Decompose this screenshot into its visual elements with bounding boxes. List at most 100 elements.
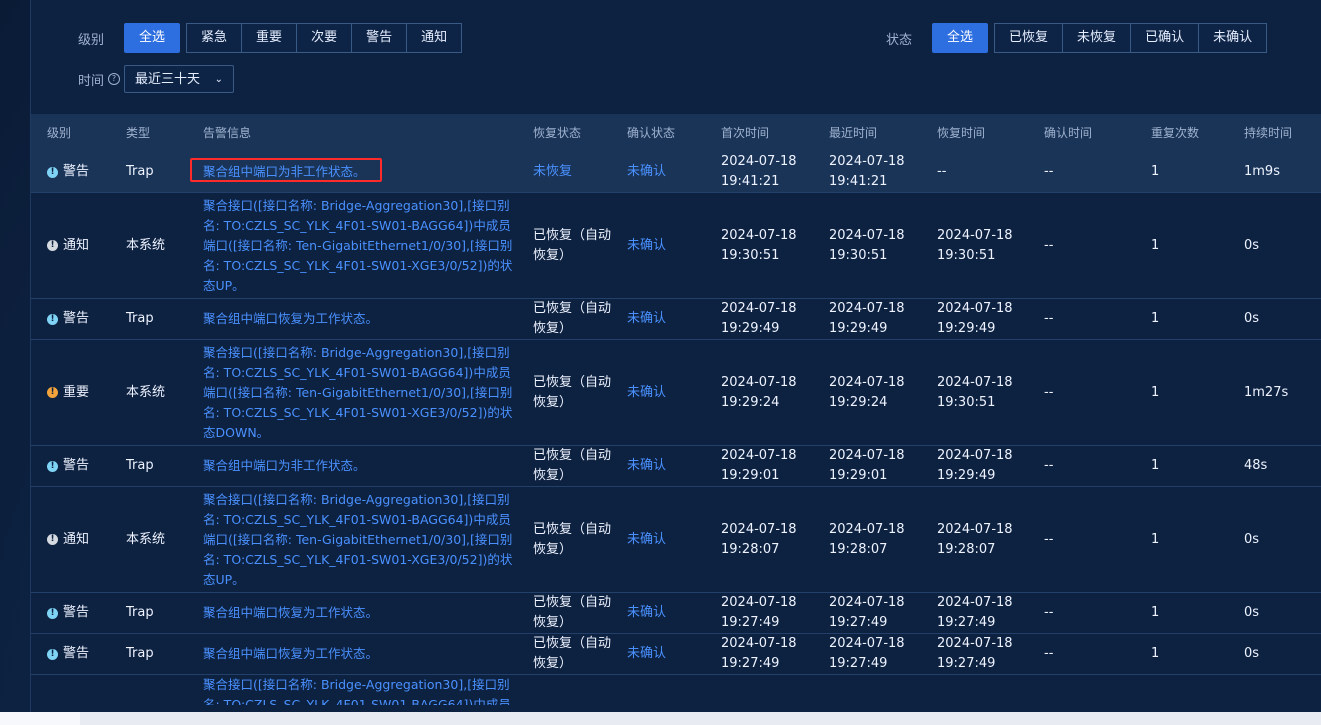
- alarm-message-link[interactable]: 聚合接口([接口名称: Bridge-Aggregation30],[接口别名:…: [187, 196, 517, 296]
- level-badge: ! 警告: [47, 456, 110, 476]
- level-filter-option-3[interactable]: 次要: [297, 23, 353, 53]
- recover-status: 已恢复（自动恢复）: [533, 374, 612, 410]
- level-badge: ! 警告: [47, 162, 110, 182]
- warn-level-icon: !: [47, 313, 58, 325]
- level-text: 通知: [63, 237, 90, 253]
- column-header: 告警信息: [203, 126, 252, 140]
- last-time: 2024-07-18 19:29:01: [829, 448, 905, 483]
- last-time: 2024-07-18 19:41:21: [829, 154, 905, 189]
- repeat-count: 1: [1151, 646, 1160, 661]
- recover-time: 2024-07-18 19:28:07: [937, 521, 1013, 557]
- status-filter-group: 全选 已恢复 未恢复 已确认 未确认: [932, 23, 1268, 53]
- bottom-strip: [0, 712, 1321, 725]
- confirm-status-link[interactable]: 未确认: [611, 603, 705, 623]
- confirm-status-link[interactable]: 未确认: [611, 383, 705, 403]
- confirm-time: --: [1044, 164, 1054, 179]
- column-header: 持续时间: [1244, 126, 1293, 140]
- level-badge: ! 重要: [47, 383, 110, 403]
- recover-time: 2024-07-18 19:30:51: [937, 227, 1013, 263]
- confirm-status-link[interactable]: 未确认: [611, 644, 705, 664]
- status-filter-option-1[interactable]: 已恢复: [994, 23, 1064, 53]
- alarm-message-link[interactable]: 聚合组中端口恢复为工作状态。: [187, 309, 517, 329]
- table-row[interactable]: ! 通知 本系统 聚合接口([接口名称: Bridge-Aggregation30],…: [31, 487, 1321, 593]
- time-range-select[interactable]: 最近三十天 ⌄: [124, 65, 235, 93]
- level-cell: ! 警告: [31, 456, 110, 476]
- recover-status: 已恢复（自动恢复）: [533, 636, 612, 671]
- level-text: 通知: [63, 531, 90, 547]
- column-header: 级别: [47, 126, 72, 140]
- last-time: 2024-07-18 19:27:49: [829, 595, 905, 630]
- repeat-count: 1: [1151, 384, 1160, 400]
- alarm-message-link[interactable]: 聚合组中端口为非工作状态。: [187, 162, 517, 182]
- help-icon[interactable]: ?: [108, 73, 121, 85]
- table-row[interactable]: ! 警告 Trap 聚合组中端口恢复为工作状态。 已恢复（自动恢复） 未确认 2024-07…: [31, 634, 1321, 675]
- duration: 48s: [1244, 458, 1268, 473]
- status-filter-option-0[interactable]: 全选: [932, 23, 989, 53]
- duration: 0s: [1244, 531, 1260, 547]
- table-row[interactable]: 聚合接口([接口名称: Bridge-Aggregation30],[接口别名:…: [31, 675, 1321, 705]
- level-badge: ! 警告: [47, 309, 110, 329]
- alarm-message-link[interactable]: 聚合接口([接口名称: Bridge-Aggregation30],[接口别名:…: [187, 675, 517, 705]
- notice-level-icon: !: [47, 240, 58, 251]
- alarm-message-link[interactable]: 聚合组中端口恢复为工作状态。: [187, 603, 517, 623]
- level-filter-option-1[interactable]: 紧急: [186, 23, 243, 53]
- recover-time: --: [937, 164, 947, 179]
- confirm-status-link[interactable]: 未确认: [611, 530, 705, 550]
- warn-level-icon: !: [47, 166, 58, 178]
- alarm-panel: 级别 全选 紧急 重要 次要 警告 通知 状态 全选 已恢复 未恢复 已确认 未确认 时间 ? 最…: [30, 0, 1321, 712]
- recover-time: 2024-07-18 19:30:51: [937, 374, 1013, 410]
- confirm-time: --: [1044, 646, 1054, 661]
- level-filter-group: 全选 紧急 重要 次要 警告 通知: [124, 23, 463, 53]
- alarm-table: 级别 类型 告警信息 恢复状态 确认状态 首次时间 最近时间 恢复时间 确认时间 重复次数 持续时间…: [31, 114, 1321, 705]
- repeat-count: 1: [1151, 605, 1160, 620]
- alarm-message-link[interactable]: 聚合接口([接口名称: Bridge-Aggregation30],[接口别名:…: [187, 490, 517, 590]
- table-row[interactable]: ! 警告 Trap 聚合组中端口为非工作状态。 未恢复 未确认 2024-07-18 19:…: [31, 152, 1321, 193]
- alarm-message-link[interactable]: 聚合组中端口恢复为工作状态。: [187, 644, 517, 664]
- last-time: 2024-07-18 19:28:07: [829, 521, 905, 557]
- confirm-status-link[interactable]: 未确认: [611, 162, 705, 182]
- confirm-status-link[interactable]: 未确认: [611, 456, 705, 476]
- table-row[interactable]: ! 警告 Trap 聚合组中端口恢复为工作状态。 已恢复（自动恢复） 未确认 2024-07…: [31, 299, 1321, 340]
- status-filter-label: 状态: [886, 32, 913, 48]
- type-cell: Trap: [126, 605, 154, 620]
- repeat-count: 1: [1151, 458, 1160, 473]
- status-filter-option-2[interactable]: 未恢复: [1063, 23, 1132, 53]
- time-filter-label: 时间: [78, 73, 105, 89]
- level-filter-option-4[interactable]: 警告: [352, 23, 408, 53]
- recover-status: 已恢复（自动恢复）: [533, 448, 612, 483]
- level-filter-option-2[interactable]: 重要: [242, 23, 298, 53]
- major-level-icon: !: [47, 387, 58, 398]
- level-badge: ! 警告: [47, 644, 110, 664]
- duration: 0s: [1244, 646, 1260, 661]
- level-cell: ! 警告: [31, 309, 110, 329]
- level-filter-option-5[interactable]: 通知: [407, 23, 463, 53]
- recover-status[interactable]: 未恢复: [517, 162, 611, 182]
- level-cell: ! 警告: [31, 603, 110, 623]
- confirm-time: --: [1044, 531, 1054, 547]
- table-row[interactable]: ! 重要 本系统 聚合接口([接口名称: Bridge-Aggregation30],…: [31, 340, 1321, 446]
- table-row[interactable]: ! 警告 Trap 聚合组中端口为非工作状态。 已恢复（自动恢复） 未确认 2024-07-…: [31, 446, 1321, 487]
- status-filter-option-4[interactable]: 未确认: [1199, 23, 1268, 53]
- level-filter-option-0[interactable]: 全选: [124, 23, 181, 53]
- level-text: 警告: [63, 605, 90, 620]
- type-cell: Trap: [126, 311, 154, 326]
- confirm-status-link[interactable]: 未确认: [611, 309, 705, 329]
- status-filter-option-3[interactable]: 已确认: [1131, 23, 1200, 53]
- last-time: 2024-07-18 19:30:51: [829, 227, 905, 263]
- recover-status: 已恢复（自动恢复）: [533, 521, 612, 557]
- table-row[interactable]: ! 通知 本系统 聚合接口([接口名称: Bridge-Aggregation30],…: [31, 193, 1321, 299]
- confirm-status-link[interactable]: 未确认: [611, 236, 705, 256]
- column-header: 重复次数: [1151, 126, 1200, 140]
- type-cell: Trap: [126, 646, 154, 661]
- duration: 1m9s: [1244, 164, 1280, 179]
- first-time: 2024-07-18 19:41:21: [721, 154, 797, 189]
- type-cell: 本系统: [126, 384, 166, 400]
- alarm-message-link[interactable]: 聚合接口([接口名称: Bridge-Aggregation30],[接口别名:…: [187, 343, 517, 443]
- notice-level-icon: !: [47, 534, 58, 545]
- recover-time: 2024-07-18 19:27:49: [937, 595, 1013, 630]
- column-header: 最近时间: [829, 126, 878, 140]
- table-body: ! 警告 Trap 聚合组中端口为非工作状态。 未恢复 未确认 2024-07-18 19:…: [31, 152, 1321, 705]
- level-text: 警告: [63, 458, 90, 473]
- alarm-message-link[interactable]: 聚合组中端口为非工作状态。: [187, 456, 517, 476]
- table-row[interactable]: ! 警告 Trap 聚合组中端口恢复为工作状态。 已恢复（自动恢复） 未确认 2024-07…: [31, 593, 1321, 634]
